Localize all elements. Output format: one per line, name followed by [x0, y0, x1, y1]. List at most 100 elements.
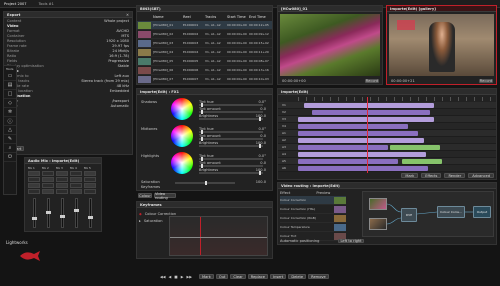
- export-row-value[interactable]: Progressive: [53, 59, 129, 63]
- timeline-clip[interactable]: [298, 138, 424, 143]
- wheel-param-slider[interactable]: [199, 171, 263, 175]
- export-row-value[interactable]: Automatic: [53, 104, 129, 108]
- timeline-clip[interactable]: [298, 159, 398, 164]
- rewind-icon[interactable]: ◀◀: [160, 275, 166, 279]
- audio-fader[interactable]: [32, 198, 37, 228]
- track-label[interactable]: A3: [282, 145, 296, 149]
- bin-row[interactable]: [HCw080]_05 E1000005 V1, A1, A2 00:00:00+00…: [137, 57, 272, 66]
- colour-wheel[interactable]: [171, 98, 193, 120]
- mix-cell[interactable]: [42, 189, 54, 194]
- fast-forward-icon[interactable]: ▶▶: [186, 275, 192, 279]
- export-row-value[interactable]: 29.97 fps: [53, 44, 129, 48]
- transport-button[interactable]: Out: [215, 274, 229, 279]
- colour-wheel[interactable]: [171, 152, 193, 174]
- wheel-param-slider[interactable]: [199, 117, 263, 121]
- routing-direction-select[interactable]: Left to right: [338, 239, 364, 243]
- timeline-clip[interactable]: [298, 117, 434, 122]
- window-tab-tools[interactable]: Tools #1: [39, 2, 54, 6]
- info-icon[interactable]: ⓘ: [4, 117, 16, 126]
- mix-cell[interactable]: [70, 189, 82, 194]
- export-row-value[interactable]: Stable: [53, 64, 129, 68]
- mix-cell[interactable]: [42, 183, 54, 188]
- track-label[interactable]: V1: [282, 103, 296, 107]
- collapse-icon[interactable]: ▸: [139, 219, 141, 223]
- bin-column-header[interactable]: Name: [153, 15, 183, 20]
- timeline-clip[interactable]: [304, 103, 434, 108]
- wheel-param-slider[interactable]: [199, 130, 263, 134]
- track-label[interactable]: V2: [282, 110, 296, 114]
- mix-cell[interactable]: [28, 183, 40, 188]
- bin-row[interactable]: [HCw080]_04 E1000004 V1, A1, A2 00:00:00+00…: [137, 48, 272, 57]
- mix-cell[interactable]: [84, 177, 96, 182]
- bin-column-header[interactable]: Start Time: [227, 15, 249, 20]
- wheel-param-slider[interactable]: [199, 164, 263, 168]
- export-row-value[interactable]: 48 kHz: [53, 84, 129, 88]
- film-icon[interactable]: ▤: [4, 81, 16, 90]
- square-icon[interactable]: □: [4, 90, 16, 99]
- mix-cell[interactable]: [70, 171, 82, 176]
- timeline-footer-button[interactable]: Render: [444, 173, 466, 178]
- timeline-playhead[interactable]: [367, 97, 368, 173]
- timeline-clip[interactable]: [312, 110, 430, 115]
- alert-icon[interactable]: △: [4, 126, 16, 135]
- source-record-button[interactable]: Record: [365, 79, 379, 83]
- mix-cell[interactable]: [84, 183, 96, 188]
- track-label[interactable]: A5: [282, 159, 296, 163]
- export-row-value[interactable]: MTS: [53, 34, 129, 38]
- timeline-clip[interactable]: [298, 131, 418, 136]
- tag-icon[interactable]: ◇: [4, 99, 16, 108]
- audio-fader[interactable]: [88, 198, 93, 228]
- bin-row[interactable]: [HCw080]_07 E1000007 V1, A1, A2 00:00:00+00…: [137, 75, 272, 84]
- audio-fader[interactable]: [46, 198, 51, 228]
- track-label[interactable]: V4: [282, 124, 296, 128]
- node-dve[interactable]: DVE: [401, 208, 417, 222]
- wheel-param-slider[interactable]: [199, 137, 263, 141]
- mix-cell[interactable]: [84, 189, 96, 194]
- tool-icon[interactable]: ✎: [4, 135, 16, 144]
- routing-effect-item[interactable]: Colour Correction (RGB): [280, 214, 346, 223]
- export-row-value[interactable]: Embedded: [53, 89, 129, 93]
- mix-cell[interactable]: [56, 177, 68, 182]
- transport-button[interactable]: Replace: [247, 274, 269, 279]
- wheel-param-slider[interactable]: [199, 103, 263, 107]
- close-icon[interactable]: ✕: [126, 13, 129, 17]
- export-row-value[interactable]: Left aux: [53, 74, 129, 78]
- transport-button[interactable]: Mark: [199, 274, 214, 279]
- export-row-value[interactable]: Whole project: [53, 19, 129, 23]
- export-row-value[interactable]: /lwexport: [53, 99, 129, 103]
- settings-icon[interactable]: ✲: [4, 108, 16, 117]
- mix-cell[interactable]: [56, 171, 68, 176]
- stop-icon[interactable]: ■: [174, 275, 177, 279]
- mix-cell[interactable]: [56, 189, 68, 194]
- wheel-param-slider[interactable]: [199, 110, 263, 114]
- export-row-value[interactable]: 24 Mbit/s: [53, 49, 129, 53]
- transport-button[interactable]: Delete: [288, 274, 307, 279]
- node-colour-correction[interactable]: Colour Corre...: [437, 206, 465, 218]
- timeline-footer-button[interactable]: Mark: [401, 173, 419, 178]
- keyframe-marker-icon[interactable]: ◆: [139, 212, 142, 216]
- export-row-value[interactable]: 16:9 (1.78): [53, 54, 129, 58]
- track-label[interactable]: A6: [282, 166, 296, 170]
- play-reverse-icon[interactable]: ◀: [169, 275, 172, 279]
- mix-cell[interactable]: [84, 171, 96, 176]
- mix-cell[interactable]: [70, 183, 82, 188]
- timeline-footer-button[interactable]: Advanced: [468, 173, 494, 178]
- keyframe-graph[interactable]: [169, 216, 268, 256]
- routing-thumb-1[interactable]: [369, 198, 387, 210]
- audio-fader[interactable]: [74, 198, 79, 228]
- folder-icon[interactable]: ▭: [4, 72, 16, 81]
- routing-thumb-2[interactable]: [369, 218, 387, 230]
- play-icon[interactable]: ▶: [181, 275, 184, 279]
- bin-column-header[interactable]: Tracks: [205, 15, 227, 20]
- routing-effect-item[interactable]: Colour Correction: [280, 196, 346, 205]
- wheel-param-slider[interactable]: [199, 157, 263, 161]
- mix-cell[interactable]: [42, 171, 54, 176]
- bin-column-header[interactable]: End Time: [249, 15, 271, 20]
- bin-column-header[interactable]: Reel: [183, 15, 205, 20]
- routing-effect-item[interactable]: Colour Correction (HSL): [280, 205, 346, 214]
- keyframes-label[interactable]: Keyframes: [141, 185, 160, 189]
- audio-fader[interactable]: [60, 198, 65, 228]
- export-row-value[interactable]: AVCHD: [53, 29, 129, 33]
- wheel-param-slider[interactable]: [199, 144, 263, 148]
- bin-row[interactable]: [HCw080]_06 E1000006 V1, A1, A2 00:00:00+00…: [137, 66, 272, 75]
